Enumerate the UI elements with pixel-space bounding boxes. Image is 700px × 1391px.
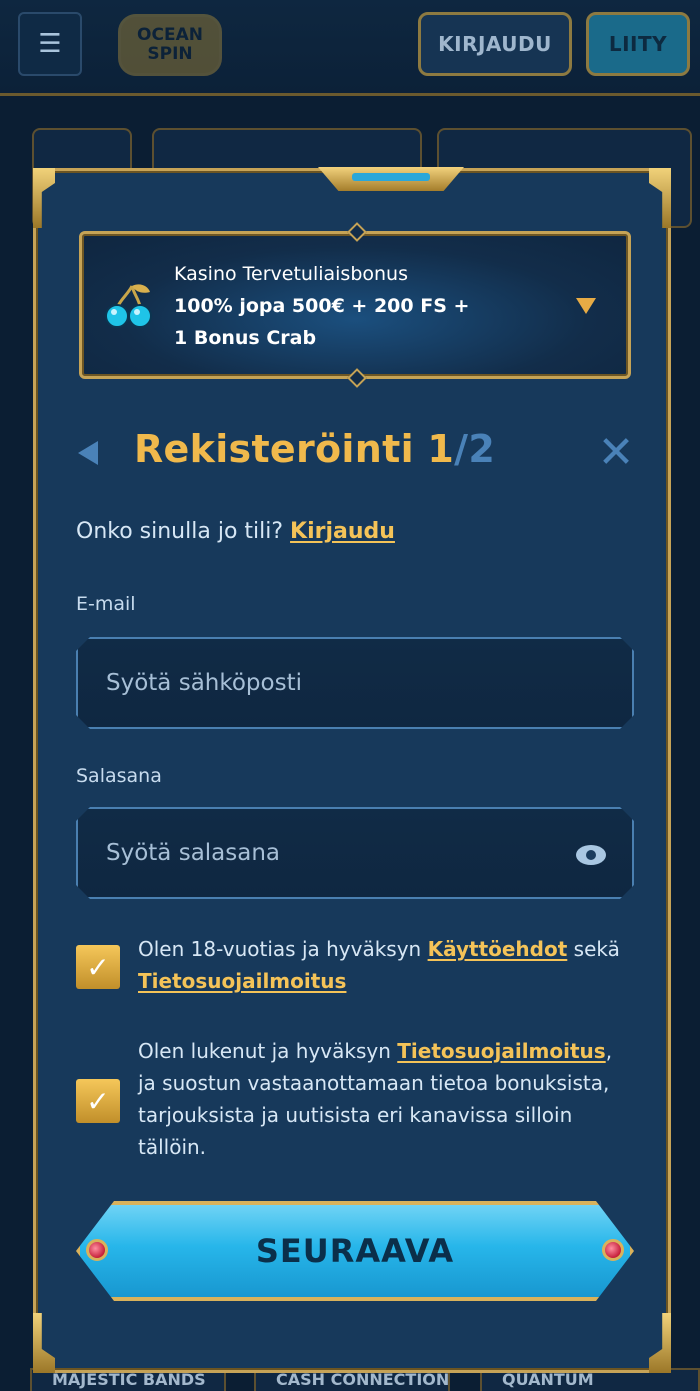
privacy-link[interactable]: Tietosuojailmoitus — [138, 969, 346, 993]
gem-ornament — [86, 1239, 108, 1261]
next-button[interactable]: SEURAAVA — [76, 1201, 634, 1301]
marketing-checkbox[interactable]: ✓ — [76, 1079, 120, 1123]
email-field-box — [76, 637, 634, 729]
logo-text-1: OCEAN — [137, 25, 203, 45]
chevron-down-icon[interactable] — [576, 298, 596, 314]
step-header: Rekisteröinti 1/2 ✕ — [76, 423, 636, 483]
eye-icon[interactable] — [576, 845, 606, 865]
bonus-notch — [347, 222, 367, 242]
marketing-row: ✓ Olen lukenut ja hyväksyn Tietosuojailm… — [76, 1035, 634, 1165]
logo[interactable]: OCEAN SPIN — [118, 14, 222, 76]
marketing-text: Olen lukenut ja hyväksyn Tietosuojailmoi… — [138, 1035, 634, 1163]
marketing-text-part: Olen lukenut ja hyväksyn — [138, 1039, 391, 1063]
join-button[interactable]: LIITY — [586, 12, 690, 76]
close-icon[interactable]: ✕ — [596, 431, 636, 475]
terms-checkbox[interactable]: ✓ — [76, 945, 120, 989]
page-title: Rekisteröinti 1/2 — [134, 427, 495, 471]
password-field[interactable] — [78, 809, 632, 897]
bonus-title: Kasino Tervetuliaisbonus — [174, 263, 409, 285]
email-label: E-mail — [76, 593, 136, 615]
title-text: Rekisteröinti 1 — [134, 427, 455, 471]
corner-ornament — [33, 168, 55, 228]
terms-row: ✓ Olen 18-vuotias ja hyväksyn Käyttöehdo… — [76, 933, 634, 1003]
terms-text-part: Olen 18-vuotias ja hyväksyn — [138, 937, 422, 961]
bonus-offer-line: 1 Bonus Crab — [174, 327, 317, 349]
logo-text-2: SPIN — [147, 44, 193, 64]
step-total: /2 — [454, 427, 496, 471]
menu-search-icon: ☰ — [38, 29, 62, 59]
corner-ornament — [33, 1313, 55, 1373]
top-bar: ☰ OCEAN SPIN KIRJAUDU LIITY — [0, 0, 700, 96]
bonus-selector[interactable]: Kasino Tervetuliaisbonus 100% jopa 500€ … — [79, 222, 631, 388]
back-arrow-icon[interactable] — [78, 441, 98, 465]
gem-ornament — [602, 1239, 624, 1261]
menu-search-button[interactable]: ☰ — [18, 12, 82, 76]
login-link[interactable]: Kirjaudu — [290, 519, 395, 544]
bonus-notch — [347, 368, 367, 388]
have-account-row: Onko sinulla jo tili? Kirjaudu — [76, 519, 395, 544]
cherry-icon — [105, 284, 152, 328]
registration-modal: Kasino Tervetuliaisbonus 100% jopa 500€ … — [33, 167, 671, 1373]
modal-top-ornament — [318, 167, 464, 191]
have-account-text: Onko sinulla jo tili? — [76, 519, 284, 544]
terms-link[interactable]: Käyttöehdot — [428, 937, 568, 961]
privacy-link-2[interactable]: Tietosuojailmoitus — [397, 1039, 605, 1063]
corner-ornament — [649, 168, 671, 228]
terms-text-part: sekä — [573, 937, 620, 961]
password-field-box — [76, 807, 634, 899]
bonus-offer-line: 100% jopa 500€ + 200 FS + — [174, 295, 470, 317]
login-button[interactable]: KIRJAUDU — [418, 12, 572, 76]
terms-text: Olen 18-vuotias ja hyväksyn Käyttöehdot … — [138, 933, 634, 997]
next-button-wrap: SEURAAVA — [76, 1201, 634, 1301]
corner-ornament — [649, 1313, 671, 1373]
password-label: Salasana — [76, 765, 162, 787]
email-field[interactable] — [78, 639, 632, 727]
